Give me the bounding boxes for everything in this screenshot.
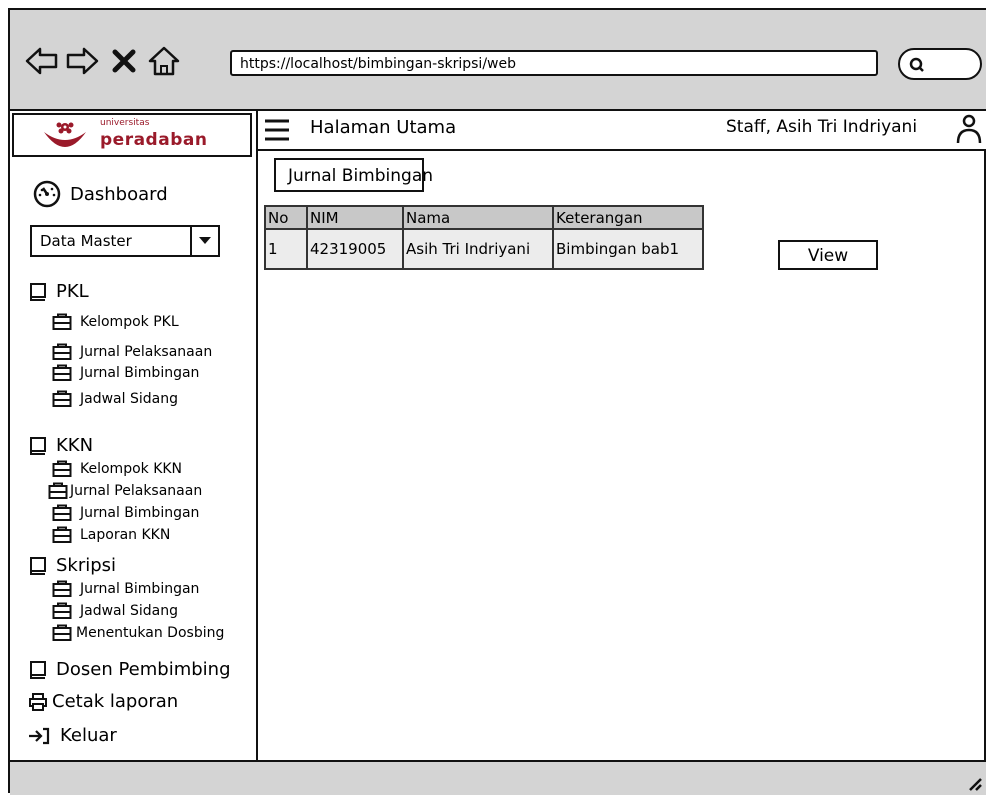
close-x-icon[interactable] xyxy=(106,43,142,79)
item-label: Menentukan Dosbing xyxy=(76,625,225,641)
page-title-text: Jurnal Bimbingan xyxy=(288,166,434,186)
sidebar-item-dosen-pembimbing[interactable]: Dosen Pembimbing xyxy=(28,659,231,680)
sidebar-item-kelompok-pkl[interactable]: Kelompok PKL xyxy=(52,313,179,331)
col-nama: Nama xyxy=(403,206,554,230)
section-label: KKN xyxy=(56,435,94,456)
browser-window: https://localhost/bimbingan-skripsi/web … xyxy=(8,8,986,795)
app-header: Halaman Utama Staff, Asih Tri Indriyani xyxy=(258,111,986,151)
logo-big-text: peradaban xyxy=(100,130,208,150)
sidebar-item-keluar[interactable]: Keluar xyxy=(28,725,117,746)
sidebar-item-jurnal-pelaksanaan-pkl[interactable]: Jurnal Pelaksanaan xyxy=(52,343,212,361)
briefcase-icon xyxy=(52,602,72,619)
logo-emblem xyxy=(44,122,86,147)
sidebar-item-jadwal-sidang-skripsi[interactable]: Jadwal Sidang xyxy=(52,602,178,620)
resize-grip-icon[interactable] xyxy=(966,775,982,791)
section-label: PKL xyxy=(56,281,89,302)
item-label: Laporan KKN xyxy=(80,527,171,543)
briefcase-icon xyxy=(52,504,72,521)
search-button[interactable] xyxy=(898,48,982,80)
book-icon xyxy=(30,556,46,575)
logo-small-text: universitas xyxy=(100,118,150,128)
item-label: Jurnal Bimbingan xyxy=(80,581,200,597)
book-icon xyxy=(30,282,46,301)
table-row[interactable]: 1 42319005 Asih Tri Indriyani Bimbingan … xyxy=(265,229,704,269)
col-no: No xyxy=(265,206,308,230)
chevron-down-icon xyxy=(190,227,218,255)
header-user: Staff, Asih Tri Indriyani xyxy=(726,117,918,137)
sidebar-item-menentukan-dosbing[interactable]: Menentukan Dosbing xyxy=(52,624,224,642)
sidebar-item-dashboard[interactable]: Dashboard xyxy=(32,179,168,209)
data-master-select[interactable]: Data Master xyxy=(30,225,220,257)
url-input[interactable]: https://localhost/bimbingan-skripsi/web xyxy=(230,50,878,76)
bimbingan-table: No NIM Nama Keterangan 1 42319005 Asih T… xyxy=(264,205,704,270)
hamburger-menu-icon[interactable] xyxy=(262,117,292,143)
book-icon xyxy=(30,436,46,455)
sidebar-item-jadwal-sidang-pkl[interactable]: Jadwal Sidang xyxy=(52,390,178,408)
cell-no: 1 xyxy=(265,229,308,269)
section-label: Skripsi xyxy=(56,555,117,576)
back-arrow-icon[interactable] xyxy=(24,43,60,79)
sidebar-item-cetak-laporan[interactable]: Cetak laporan xyxy=(28,691,178,712)
status-bar xyxy=(10,760,986,795)
briefcase-icon xyxy=(52,390,72,407)
item-label: Jadwal Sidang xyxy=(80,603,178,619)
browser-toolbar: https://localhost/bimbingan-skripsi/web xyxy=(10,10,986,111)
table-header-row: No NIM Nama Keterangan xyxy=(265,206,704,230)
header-title: Halaman Utama xyxy=(310,117,457,138)
item-label: Jadwal Sidang xyxy=(80,391,178,407)
item-label: Kelompok KKN xyxy=(80,461,183,477)
item-label: Jurnal Pelaksanaan xyxy=(70,483,203,499)
briefcase-icon xyxy=(52,313,72,330)
cetak-label: Cetak laporan xyxy=(52,691,179,712)
university-logo[interactable]: universitas peradaban xyxy=(12,113,252,157)
dashboard-gauge-icon xyxy=(33,180,61,208)
keluar-label: Keluar xyxy=(60,725,117,746)
briefcase-icon xyxy=(52,580,72,597)
dosen-label: Dosen Pembimbing xyxy=(56,659,231,680)
search-icon xyxy=(909,57,924,72)
sidebar-section-pkl[interactable]: PKL xyxy=(28,281,89,302)
sidebar-item-laporan-kkn[interactable]: Laporan KKN xyxy=(52,526,170,544)
sidebar-section-skripsi[interactable]: Skripsi xyxy=(28,555,116,576)
col-nim: NIM xyxy=(307,206,404,230)
book-icon xyxy=(30,660,46,679)
view-button[interactable]: View xyxy=(778,240,878,270)
sidebar-item-jurnal-bimbingan-pkl[interactable]: Jurnal Bimbingan xyxy=(52,364,199,382)
cell-keterangan: Bimbingan bab1 xyxy=(553,229,704,269)
home-icon[interactable] xyxy=(146,43,182,79)
logout-icon xyxy=(29,727,50,744)
sidebar-item-jurnal-bimbingan-kkn[interactable]: Jurnal Bimbingan xyxy=(52,504,199,522)
sidebar-item-kelompok-kkn[interactable]: Kelompok KKN xyxy=(52,460,182,478)
item-label: Kelompok PKL xyxy=(80,314,179,330)
item-label: Jurnal Pelaksanaan xyxy=(80,344,213,360)
briefcase-icon xyxy=(52,460,72,477)
cell-nim: 42319005 xyxy=(307,229,404,269)
user-avatar-icon[interactable] xyxy=(956,113,982,145)
page-title: Jurnal Bimbingan xyxy=(274,158,433,192)
sidebar-section-kkn[interactable]: KKN xyxy=(28,435,93,456)
dashboard-label: Dashboard xyxy=(70,183,168,205)
cell-nama: Asih Tri Indriyani xyxy=(403,229,554,269)
col-keterangan: Keterangan xyxy=(553,206,704,230)
item-label: Jurnal Bimbingan xyxy=(80,505,200,521)
forward-arrow-icon[interactable] xyxy=(64,43,100,79)
printer-icon xyxy=(29,692,47,711)
sidebar-item-jurnal-bimbingan-skripsi[interactable]: Jurnal Bimbingan xyxy=(52,580,199,598)
sidebar-item-jurnal-pelaksanaan-kkn[interactable]: Jurnal Pelaksanaan xyxy=(48,482,202,500)
briefcase-icon xyxy=(52,624,72,641)
data-master-value: Data Master xyxy=(40,232,132,250)
briefcase-icon xyxy=(52,526,72,543)
briefcase-icon xyxy=(48,482,68,499)
item-label: Jurnal Bimbingan xyxy=(80,365,200,381)
sidebar: universitas peradaban Dashboard Data Mas… xyxy=(10,111,258,760)
briefcase-icon xyxy=(52,364,72,381)
briefcase-icon xyxy=(52,343,72,360)
